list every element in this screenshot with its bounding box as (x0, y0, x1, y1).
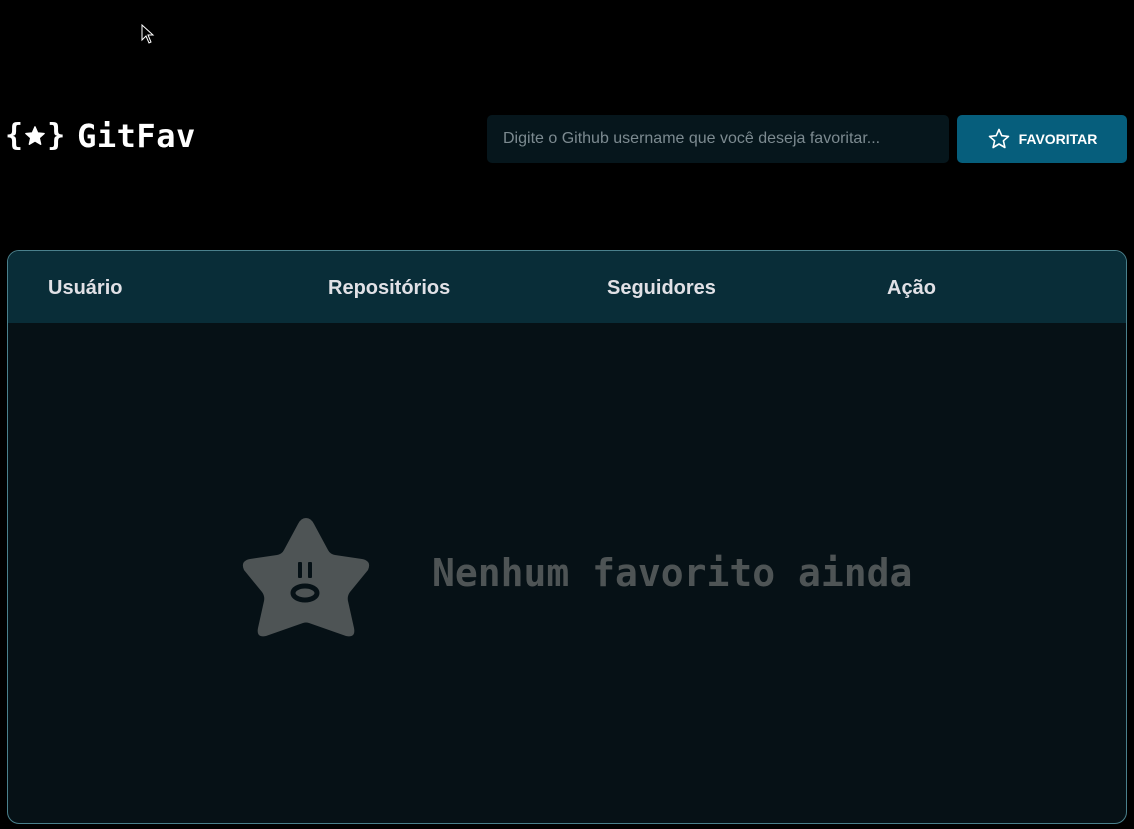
logo-brace-open: { (5, 118, 24, 153)
logo[interactable]: { } GitFav (5, 114, 196, 158)
column-header-followers: Seguidores (607, 277, 716, 299)
sad-star-icon (242, 518, 370, 637)
app-header: { } GitFav FAVORITAR (0, 110, 1134, 170)
username-search-input[interactable] (487, 115, 949, 163)
logo-brace-close: } (47, 118, 66, 153)
star-outline-icon (988, 128, 1009, 149)
column-header-action: Ação (887, 277, 936, 299)
empty-state-message: Nenhum favorito ainda (432, 551, 913, 595)
logo-mark: { } (5, 121, 65, 151)
favorite-button[interactable]: FAVORITAR (957, 115, 1127, 163)
favorite-button-label: FAVORITAR (1018, 131, 1098, 147)
mouse-cursor-icon (141, 24, 155, 44)
star-icon (25, 126, 45, 145)
column-header-repositories: Repositórios (328, 277, 451, 299)
table-header: Usuário Repositórios Seguidores Ação (8, 251, 1126, 323)
favorites-table: Usuário Repositórios Seguidores Ação Nen… (7, 250, 1127, 824)
column-header-user: Usuário (48, 277, 123, 299)
logo-title: GitFav (77, 117, 196, 155)
empty-state: Nenhum favorito ainda (8, 323, 1126, 823)
